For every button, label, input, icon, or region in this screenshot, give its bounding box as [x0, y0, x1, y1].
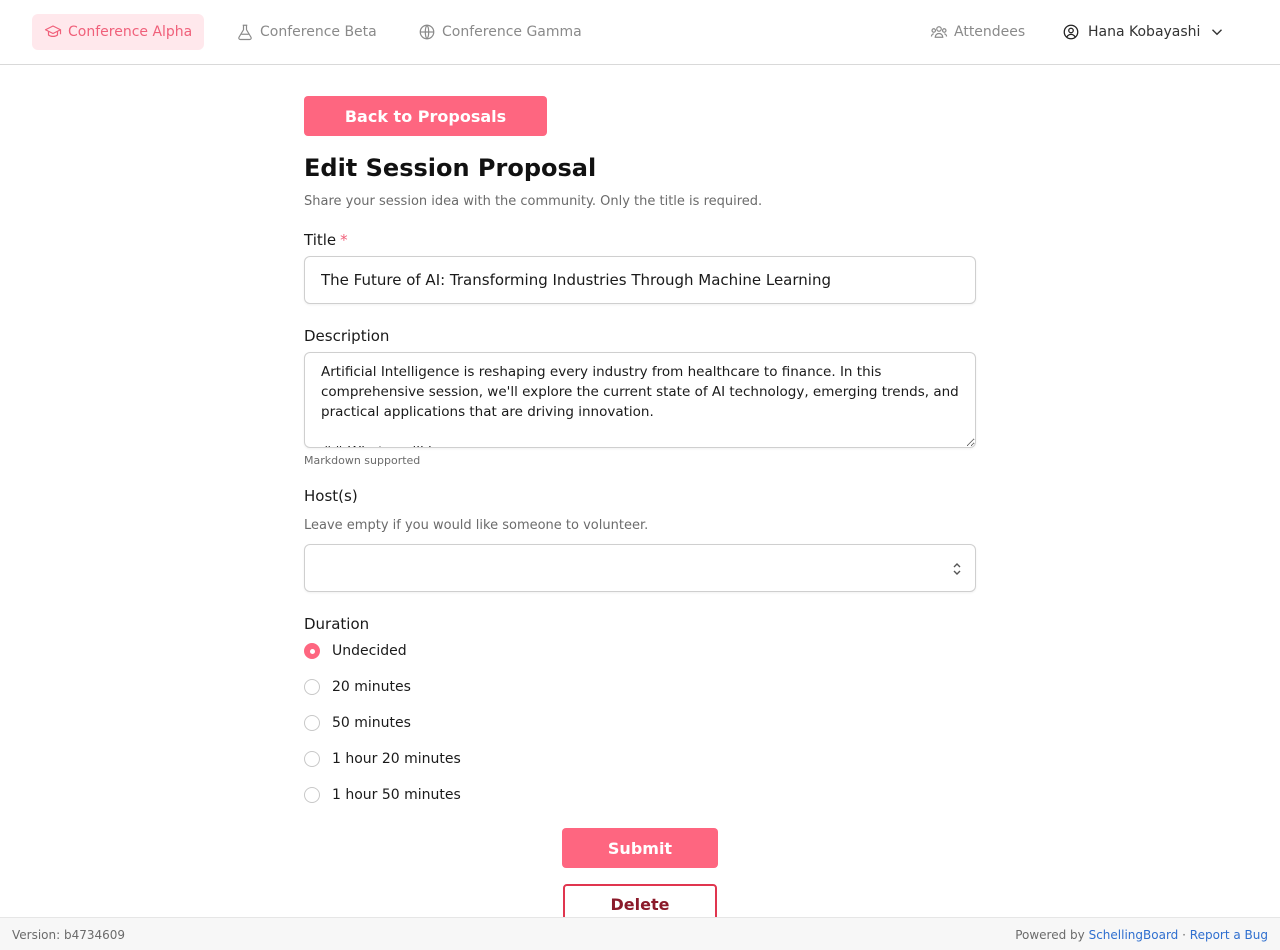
- duration-option-undecided[interactable]: Undecided: [304, 643, 407, 659]
- radio-label: Undecided: [332, 643, 407, 659]
- top-navigation: Conference Alpha Conference Beta Confere…: [0, 0, 1280, 65]
- version-text: Version: b4734609: [12, 928, 126, 942]
- radio-label: 20 minutes: [332, 679, 411, 695]
- user-circle-icon: [1063, 24, 1079, 40]
- footer-separator: ·: [1182, 928, 1186, 942]
- powered-prefix: Powered by: [1015, 928, 1085, 942]
- user-menu[interactable]: Hana Kobayashi: [1062, 14, 1226, 50]
- title-field-label: Title *: [304, 231, 348, 249]
- duration-option-20-minutes[interactable]: 20 minutes: [304, 679, 411, 695]
- footer: Version: b4734609 Powered by SchellingBo…: [0, 917, 1280, 950]
- hosts-field-label: Host(s): [304, 487, 358, 505]
- radio-button[interactable]: [304, 787, 320, 803]
- radio-button[interactable]: [304, 715, 320, 731]
- radio-label: 1 hour 20 minutes: [332, 751, 461, 767]
- globe-icon: [419, 24, 435, 40]
- radio-label: 50 minutes: [332, 715, 411, 731]
- tab-label: Conference Beta: [260, 24, 377, 40]
- powered-by: Powered by SchellingBoard · Report a Bug: [1015, 928, 1268, 942]
- description-textarea[interactable]: Artificial Intelligence is reshaping eve…: [304, 352, 976, 448]
- markdown-hint: Markdown supported: [304, 454, 421, 467]
- page-title: Edit Session Proposal: [304, 154, 597, 182]
- radio-label: 1 hour 50 minutes: [332, 787, 461, 803]
- tab-label: Conference Alpha: [68, 24, 193, 40]
- duration-option-1-hour-50-minutes[interactable]: 1 hour 50 minutes: [304, 787, 461, 803]
- radio-button[interactable]: [304, 751, 320, 767]
- submit-button[interactable]: Submit: [562, 828, 718, 868]
- radio-button[interactable]: [304, 643, 320, 659]
- radio-button[interactable]: [304, 679, 320, 695]
- hosts-hint: Leave empty if you would like someone to…: [304, 518, 649, 533]
- graduation-cap-icon: [44, 25, 62, 38]
- required-marker: *: [340, 231, 348, 249]
- flask-icon: [238, 24, 252, 41]
- report-bug-link[interactable]: Report a Bug: [1190, 928, 1268, 942]
- user-name: Hana Kobayashi: [1088, 24, 1201, 40]
- duration-field-label: Duration: [304, 615, 370, 633]
- title-label-text: Title: [304, 231, 337, 249]
- users-icon: [930, 26, 948, 38]
- description-field-label: Description: [304, 327, 390, 345]
- hosts-select[interactable]: [304, 544, 976, 592]
- attendees-link[interactable]: Attendees: [918, 14, 1037, 50]
- back-to-proposals-button[interactable]: Back to Proposals: [304, 96, 547, 136]
- tab-conference-beta[interactable]: Conference Beta: [224, 14, 389, 50]
- duration-option-1-hour-20-minutes[interactable]: 1 hour 20 minutes: [304, 751, 461, 767]
- tab-conference-alpha[interactable]: Conference Alpha: [32, 14, 205, 50]
- tab-conference-gamma[interactable]: Conference Gamma: [406, 14, 594, 50]
- select-chevron-icon: [953, 563, 961, 575]
- chevron-down-icon: [1212, 29, 1223, 36]
- schellingboard-link[interactable]: SchellingBoard: [1089, 928, 1179, 942]
- title-input[interactable]: [304, 256, 976, 304]
- attendees-label: Attendees: [954, 24, 1026, 40]
- page-subtitle: Share your session idea with the communi…: [304, 194, 763, 209]
- duration-option-50-minutes[interactable]: 50 minutes: [304, 715, 411, 731]
- tab-label: Conference Gamma: [442, 24, 582, 40]
